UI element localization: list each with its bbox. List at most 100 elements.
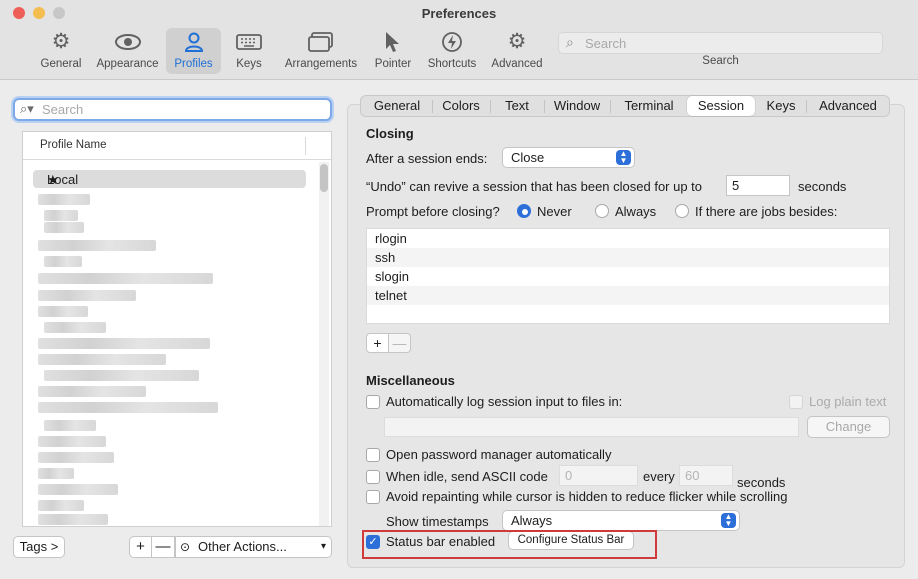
- jobs-table[interactable]: rlogin ssh slogin telnet: [366, 228, 890, 324]
- search-icon: ⌕▾: [20, 101, 34, 116]
- idle-ascii-code-field[interactable]: 0: [559, 465, 638, 486]
- change-directory-button[interactable]: Change: [807, 416, 890, 438]
- profile-search-input[interactable]: ⌕▾ Search: [13, 98, 332, 121]
- tab-colors[interactable]: Colors: [433, 96, 489, 116]
- toolbar-shortcuts[interactable]: Shortcuts: [424, 28, 480, 74]
- profile-search-placeholder: Search: [42, 102, 84, 117]
- highlight-box: [362, 530, 657, 559]
- prompt-jobs-label: If there are jobs besides:: [695, 204, 838, 219]
- blurred-profile-row: [44, 420, 96, 431]
- tab-general[interactable]: General: [363, 96, 431, 116]
- blurred-profile-row: [44, 370, 199, 381]
- table-row[interactable]: slogin: [367, 267, 889, 286]
- auto-log-checkbox[interactable]: [366, 395, 380, 409]
- toolbar-advanced[interactable]: ⚙ Advanced: [489, 28, 545, 74]
- toolbar-pointer[interactable]: Pointer: [371, 28, 415, 74]
- tab-session[interactable]: Session: [687, 96, 755, 116]
- prompt-jobs-radio[interactable]: [675, 204, 689, 218]
- toolbar-general[interactable]: ⚙ General: [36, 28, 86, 74]
- blurred-profile-row: [38, 354, 166, 365]
- after-session-ends-label: After a session ends:: [366, 151, 488, 166]
- column-divider: [305, 137, 306, 155]
- keyboard-icon: [229, 28, 269, 58]
- add-profile-button[interactable]: +: [129, 536, 152, 558]
- undo-seconds-field[interactable]: 5: [726, 175, 790, 196]
- miscellaneous-section-header: Miscellaneous: [366, 373, 455, 388]
- log-directory-field[interactable]: [384, 417, 799, 437]
- blurred-profile-row: [38, 500, 84, 511]
- table-row[interactable]: rlogin: [367, 229, 889, 248]
- show-timestamps-popup[interactable]: Always ▲ ▼: [502, 510, 740, 531]
- windows-icon: [281, 28, 361, 58]
- toolbar-item-label: Shortcuts: [427, 58, 477, 70]
- toolbar-appearance[interactable]: Appearance: [94, 28, 161, 74]
- tab-keys[interactable]: Keys: [757, 96, 805, 116]
- profile-list-header[interactable]: Profile Name: [23, 132, 331, 160]
- tab-terminal[interactable]: Terminal: [611, 96, 687, 116]
- job-name: slogin: [375, 269, 409, 284]
- other-actions-menu[interactable]: ⊙ Other Actions... ▾: [175, 536, 332, 558]
- blurred-profile-row: [38, 402, 218, 413]
- job-name: telnet: [375, 288, 407, 303]
- ellipsis-circle-icon: ⊙: [180, 540, 191, 554]
- blurred-profile-row: [38, 290, 136, 301]
- remove-profile-button[interactable]: —: [152, 536, 175, 558]
- after-session-ends-popup[interactable]: Close ▲ ▼: [502, 147, 635, 168]
- idle-interval-field[interactable]: 60: [679, 465, 733, 486]
- prompt-before-closing-label: Prompt before closing?: [366, 204, 500, 219]
- gears-icon: ⚙: [507, 30, 527, 53]
- table-row[interactable]: ssh: [367, 248, 889, 267]
- idle-seconds-unit: seconds: [737, 475, 786, 490]
- search-icon: ⌕: [566, 34, 574, 50]
- field-value: 60: [685, 468, 700, 483]
- blurred-profile-row: [44, 210, 78, 221]
- tab-window[interactable]: Window: [545, 96, 609, 116]
- auto-log-label: Automatically log session input to files…: [386, 394, 623, 409]
- toolbar-search-placeholder: Search: [585, 36, 627, 51]
- idle-ascii-checkbox[interactable]: [366, 470, 380, 484]
- toolbar-item-label: Profiles: [174, 58, 213, 70]
- toolbar-keys[interactable]: Keys: [229, 28, 269, 74]
- remove-job-button[interactable]: —: [389, 333, 411, 353]
- avoid-repaint-label: Avoid repainting while cursor is hidden …: [386, 489, 788, 504]
- blurred-profile-row: [38, 194, 90, 205]
- password-manager-checkbox[interactable]: [366, 448, 380, 462]
- blurred-profile-row: [38, 338, 210, 349]
- scrollbar-thumb[interactable]: [320, 164, 328, 192]
- toolbar-item-label: Appearance: [96, 58, 159, 70]
- toolbar-item-label: Keys: [236, 58, 262, 70]
- blurred-profile-row: [44, 256, 82, 267]
- avoid-repaint-checkbox[interactable]: [366, 490, 380, 504]
- toolbar-item-label: Pointer: [374, 58, 412, 70]
- tab-text[interactable]: Text: [491, 96, 543, 116]
- blurred-profile-row: [38, 514, 108, 525]
- bolt-icon: [424, 28, 480, 58]
- chevron-updown-icon: ▲ ▼: [616, 150, 631, 165]
- profile-list-scrollbar[interactable]: [319, 162, 329, 526]
- prompt-never-radio[interactable]: [517, 204, 531, 218]
- blurred-profile-row: [38, 452, 114, 463]
- blurred-profile-row: [38, 306, 88, 317]
- add-job-button[interactable]: +: [366, 333, 389, 353]
- blurred-profile-row: [38, 386, 146, 397]
- prompt-always-label: Always: [615, 204, 657, 219]
- toolbar-profiles[interactable]: Profiles: [166, 28, 221, 74]
- field-value: 0: [565, 468, 573, 483]
- log-plain-text-checkbox[interactable]: [789, 395, 803, 409]
- prompt-never-label: Never: [537, 204, 572, 219]
- window-title: Preferences: [421, 6, 497, 21]
- toolbar-item-label: General: [40, 58, 82, 70]
- tab-advanced[interactable]: Advanced: [807, 96, 889, 116]
- tags-button[interactable]: Tags >: [13, 536, 65, 558]
- closing-section-header: Closing: [366, 126, 414, 141]
- table-row[interactable]: telnet: [367, 286, 889, 305]
- popup-value: Always: [511, 513, 553, 528]
- blurred-profile-row: [38, 240, 156, 251]
- toolbar-search-input[interactable]: ⌕ Search: [558, 32, 883, 54]
- undo-revive-label: “Undo” can revive a session that has bee…: [366, 179, 703, 194]
- blurred-profile-row: [38, 273, 213, 284]
- prompt-always-radio[interactable]: [595, 204, 609, 218]
- toolbar-arrangements[interactable]: Arrangements: [281, 28, 361, 74]
- profile-row-selected[interactable]: ★ Local: [33, 170, 306, 188]
- idle-every-label: every: [643, 469, 675, 484]
